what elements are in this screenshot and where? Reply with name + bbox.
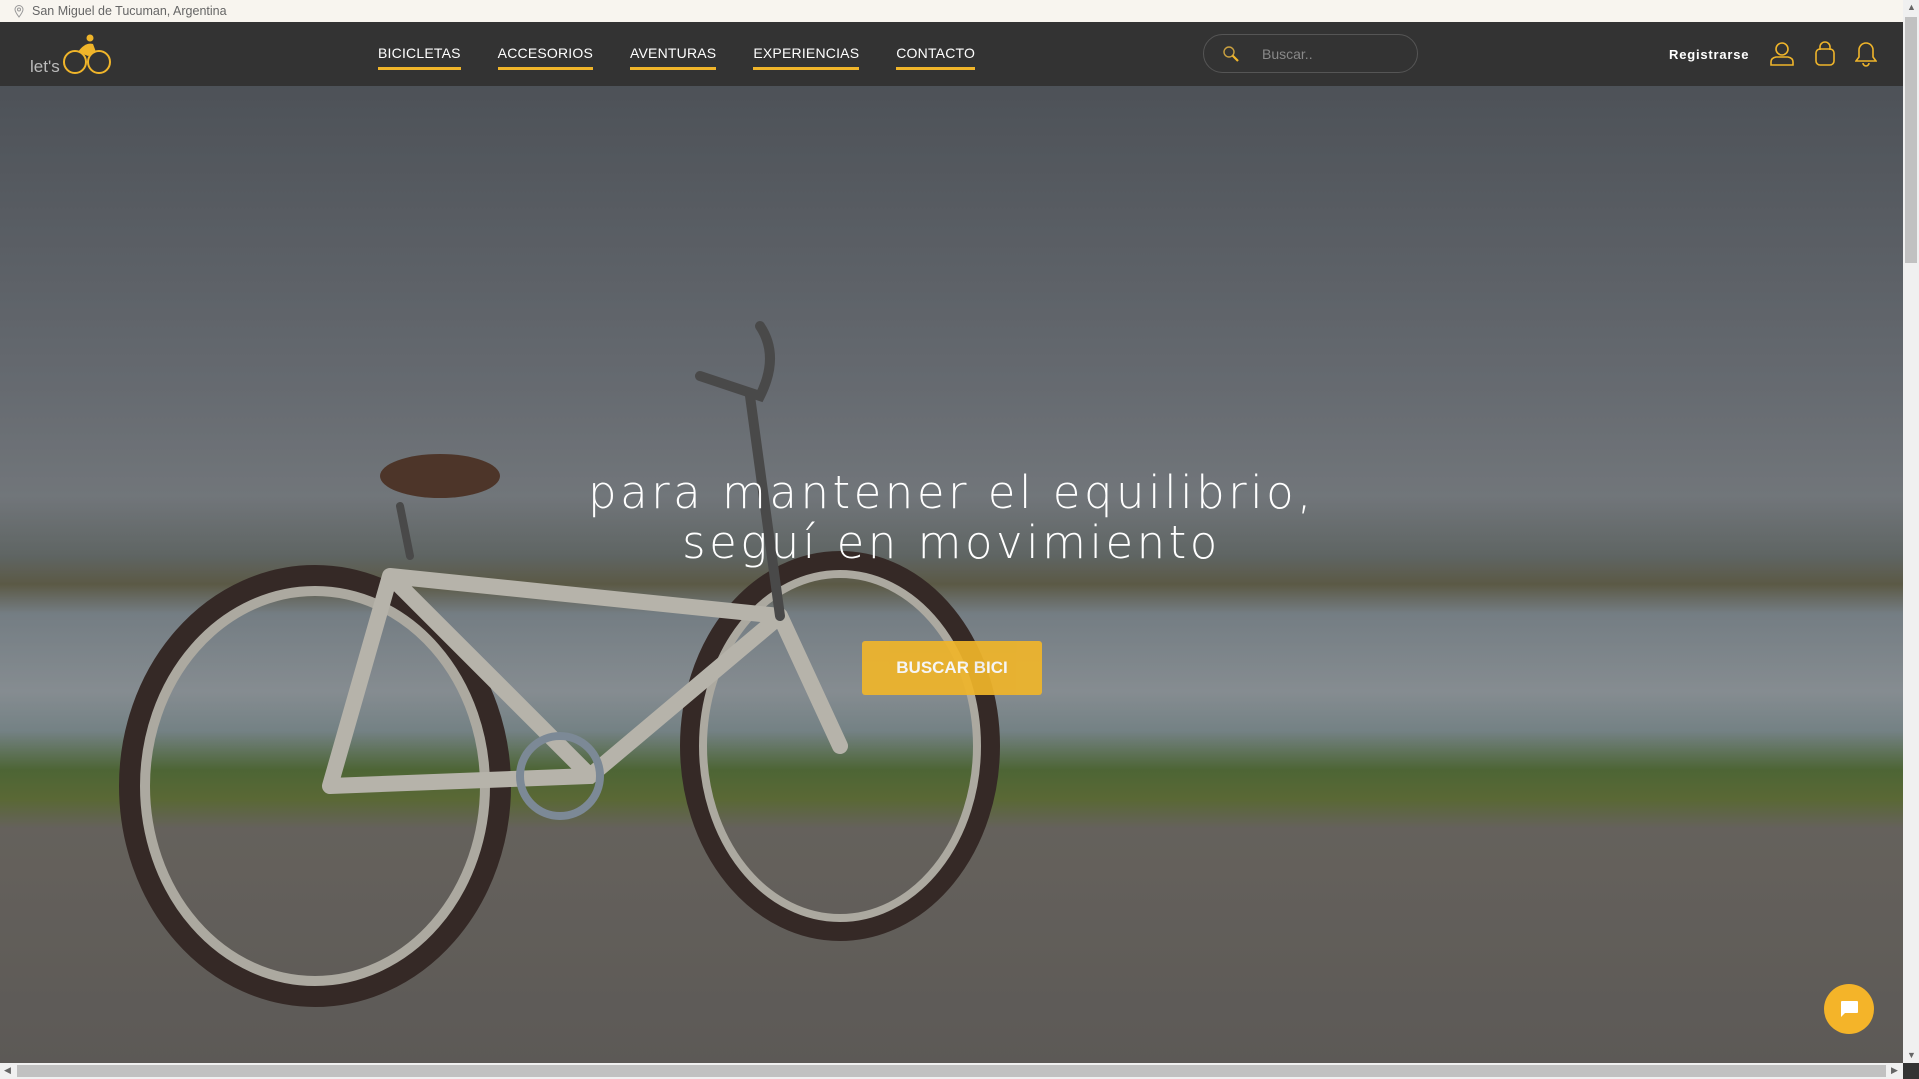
hero-overlay bbox=[0, 86, 1903, 1063]
horizontal-scrollbar[interactable]: ◀ ▶ bbox=[0, 1063, 1903, 1079]
bell-icon[interactable] bbox=[1855, 41, 1878, 67]
user-icon[interactable] bbox=[1769, 41, 1795, 67]
search-bike-button[interactable]: BUSCAR BICI bbox=[862, 641, 1042, 695]
shopping-bag-icon[interactable] bbox=[1813, 41, 1837, 67]
location-bar: San Miguel de Tucuman, Argentina bbox=[0, 0, 1903, 22]
vertical-scrollbar[interactable]: ▲ ▼ bbox=[1903, 0, 1919, 1063]
search-input[interactable] bbox=[1262, 45, 1412, 62]
chat-button[interactable] bbox=[1824, 984, 1874, 1034]
vertical-scroll-thumb[interactable] bbox=[1905, 17, 1917, 263]
nav-bicicletas[interactable]: BICICLETAS bbox=[378, 45, 461, 70]
search-box bbox=[1203, 34, 1418, 73]
nav-contacto[interactable]: CONTACTO bbox=[896, 45, 976, 70]
scroll-up-arrow-icon[interactable]: ▲ bbox=[1907, 2, 1916, 12]
logo[interactable]: let's bbox=[30, 32, 120, 78]
search-icon[interactable] bbox=[1222, 45, 1240, 63]
svg-text:let's: let's bbox=[30, 57, 60, 76]
scroll-down-arrow-icon[interactable]: ▼ bbox=[1907, 1050, 1916, 1060]
main-menu: BICICLETAS ACCESORIOS AVENTURAS EXPERIEN… bbox=[378, 22, 976, 86]
headline-line-2: seguí en movimiento bbox=[682, 516, 1221, 569]
register-link[interactable]: Registrarse bbox=[1669, 47, 1749, 62]
scroll-left-arrow-icon[interactable]: ◀ bbox=[4, 1065, 11, 1076]
nav-accesorios[interactable]: ACCESORIOS bbox=[497, 45, 594, 70]
user-actions: Registrarse bbox=[1669, 22, 1878, 86]
hero-banner: para mantener el equilibrio, seguí en mo… bbox=[0, 86, 1903, 1063]
nav-aventuras[interactable]: AVENTURAS bbox=[630, 45, 717, 70]
nav-experiencias[interactable]: EXPERIENCIAS bbox=[753, 45, 860, 70]
main-navbar: let's BICICLETAS ACCESORIOS AVENTURAS EX… bbox=[0, 22, 1903, 86]
headline-line-1: para mantener el equilibrio, bbox=[588, 466, 1315, 519]
scroll-right-arrow-icon[interactable]: ▶ bbox=[1891, 1065, 1898, 1076]
chat-bubble-icon bbox=[1841, 1001, 1858, 1017]
location-text: San Miguel de Tucuman, Argentina bbox=[32, 4, 227, 18]
hero-headline: para mantener el equilibrio, seguí en mo… bbox=[0, 468, 1903, 568]
horizontal-scroll-thumb[interactable] bbox=[17, 1065, 1886, 1077]
map-pin-icon bbox=[14, 4, 24, 18]
